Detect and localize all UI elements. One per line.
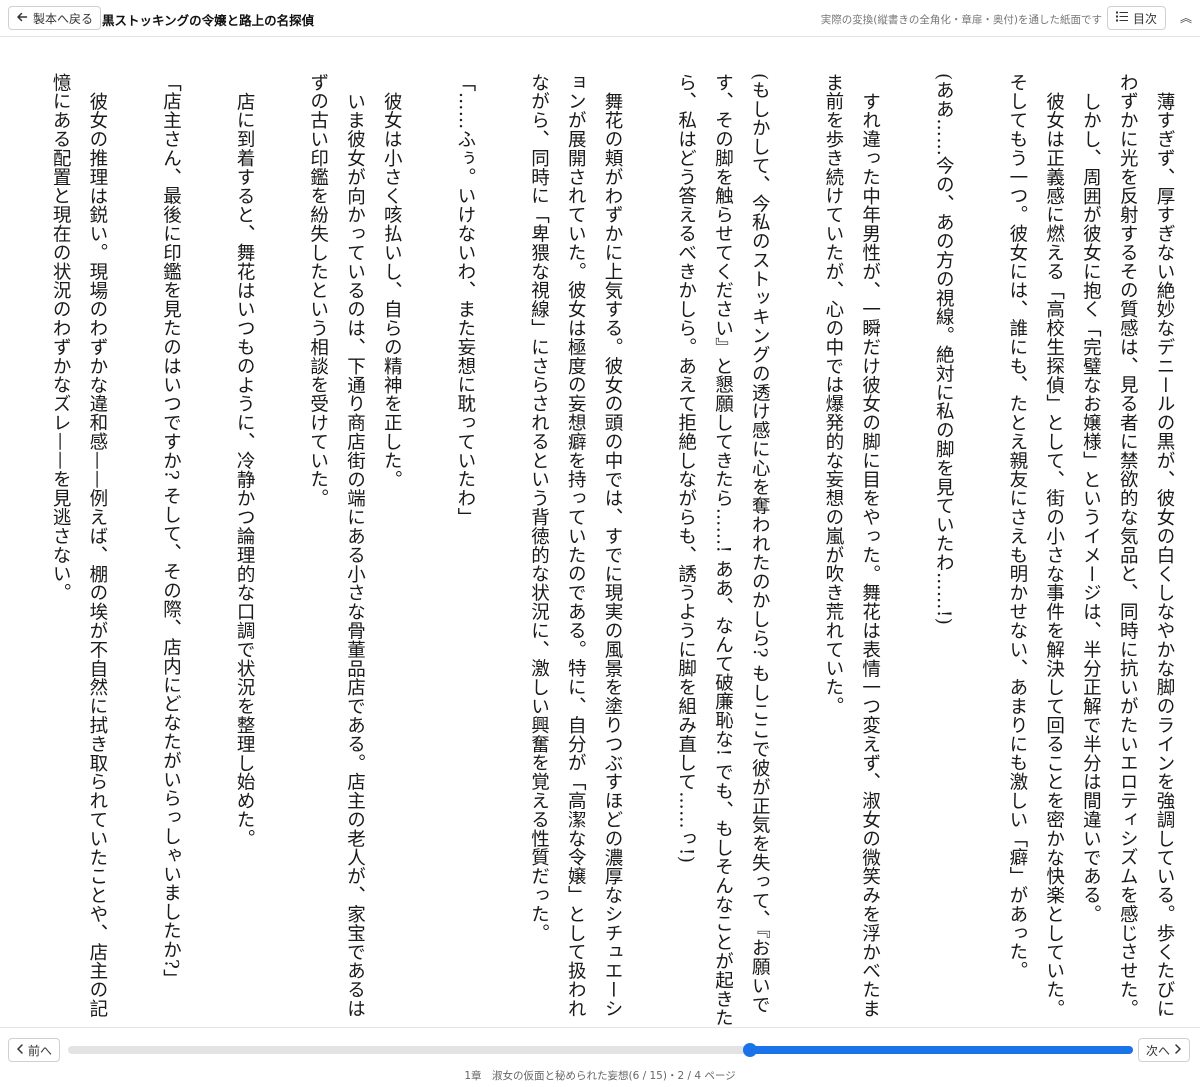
- body-paragraph: 彼女は正義感に燃える「高校生探偵」として、街の小さな事件を解決して回ることを密か…: [1006, 73, 1065, 1018]
- body-paragraph: すれ違った中年男性が、一瞬だけ彼女の脚に目をやった。舞花は表情一つ変えず、淑女の…: [822, 73, 881, 1018]
- page-info: 1章 淑女の仮面と秘められた妄想(6 / 15)・2 / 4 ページ: [464, 1070, 736, 1082]
- page-progress-slider[interactable]: [68, 1043, 1133, 1057]
- conversion-note: 実際の変換(縦書きの全角化・章扉・奥付)を通した紙面です: [820, 14, 1102, 26]
- body-paragraph: 「店主さん、最後に印鑑を見たのはいつですか? そして、その際、店内にどなたがいら…: [160, 73, 182, 989]
- body-paragraph: 「……ふぅ。いけないわ、また妄想に耽っていたわ」: [454, 73, 476, 527]
- body-paragraph: (もしかして、今私のストッキングの透け感に心を奪われたのかしら? もしここで彼が…: [675, 73, 771, 1027]
- body-paragraph: 彼女は小さく咳払いし、自らの精神を正した。: [381, 91, 403, 489]
- top-bar: 製本へ戻る 黒ストッキングの令嬢と路上の名探偵 実際の変換(縦書きの全角化・章扉…: [0, 0, 1200, 37]
- toc-button-label: 目次: [1132, 11, 1157, 26]
- back-button-label: 製本へ戻る: [33, 11, 94, 26]
- book-title: 黒ストッキングの令嬢と路上の名探偵: [102, 13, 315, 28]
- bottom-bar: 前へ 次へ 1章 淑女の仮面と秘められた妄想(6 / 15)・2 / 4 ページ: [0, 1027, 1200, 1087]
- table-of-contents-button[interactable]: 目次: [1106, 6, 1166, 30]
- arrow-left-icon: [16, 11, 28, 26]
- previous-page-button[interactable]: 前へ: [8, 1038, 61, 1062]
- chevron-left-icon: [16, 1043, 24, 1057]
- list-icon: [1115, 11, 1128, 25]
- body-paragraph: 薄すぎず、厚すぎない絶妙なデニールの黒が、彼女の白くしなやかな脚のラインを強調し…: [1117, 73, 1175, 1018]
- next-button-label: 次へ: [1145, 1043, 1170, 1058]
- body-paragraph: 店に到着すると、舞花はいつものように、冷静かつ論理的な口調で状況を整理し始めた。: [234, 91, 256, 848]
- body-paragraph: 舞花の頬がわずかに上気する。彼女の頭の中では、すでに現実の風景を塗りつぶすほどの…: [528, 73, 624, 1018]
- next-page-button[interactable]: 次へ: [1137, 1038, 1190, 1062]
- slider-fill: [750, 1046, 1133, 1054]
- slider-knob[interactable]: [743, 1043, 757, 1057]
- previous-button-label: 前へ: [28, 1043, 53, 1058]
- body-paragraph: しかし、周囲が彼女に抱く「完璧なお嬢様」というイメージは、半分正解で半分は間違い…: [1080, 91, 1102, 924]
- vertical-body-text: 薄すぎず、厚すぎない絶妙なデニールの黒が、彼女の白くしなやかな脚のラインを強調し…: [22, 73, 1182, 1027]
- double-chevron-up-icon[interactable]: ︽: [1180, 9, 1192, 26]
- vertical-text-page: 薄すぎず、厚すぎない絶妙なデニールの黒が、彼女の白くしなやかな脚のラインを強調し…: [0, 37, 1200, 1027]
- body-paragraph: いま彼女が向かっているのは、下通り商店街の端にある小さな骨董品店である。店主の老…: [307, 73, 366, 1018]
- back-to-binding-button[interactable]: 製本へ戻る: [8, 6, 102, 30]
- body-paragraph: (ああ……今の、あの方の視線。絶対に私の脚を見ていたわ……!): [933, 73, 955, 626]
- chevron-right-icon: [1174, 1043, 1182, 1057]
- body-paragraph: 彼女の推理は鋭い。現場のわずかな違和感——例えば、棚の埃が不自然に拭き取られてい…: [50, 73, 108, 1018]
